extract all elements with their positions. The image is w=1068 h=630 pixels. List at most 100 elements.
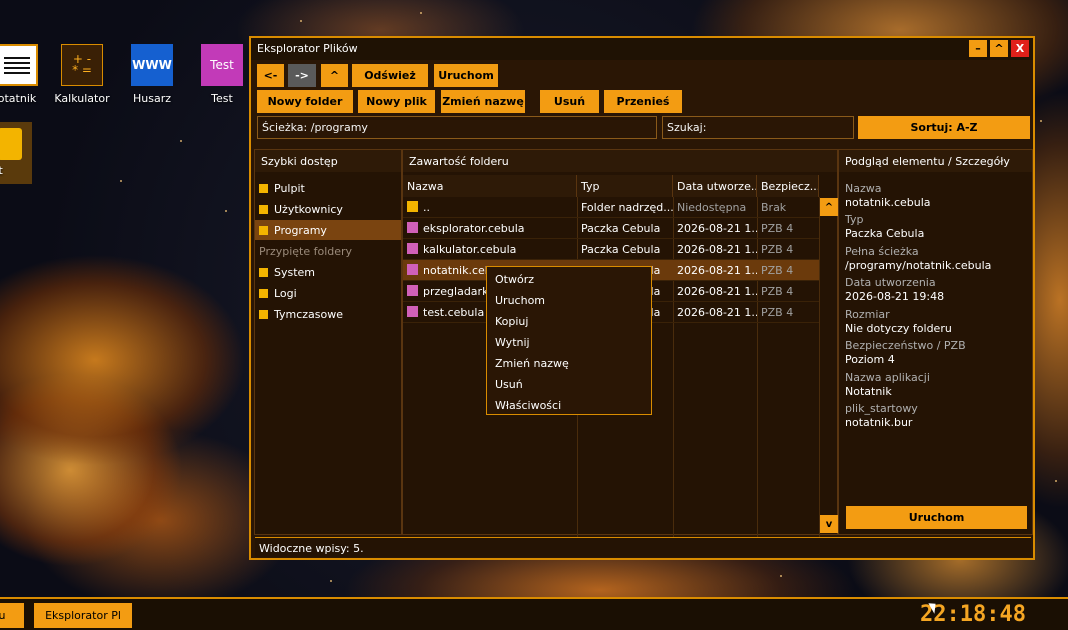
back-button[interactable]: <-: [257, 64, 284, 87]
folder-icon: [407, 201, 418, 212]
file-date-cell: 2026-08-21 1...: [677, 285, 757, 298]
context-menu-delete[interactable]: Usuń: [495, 378, 523, 391]
details-title: Podgląd elementu / Szczegóły: [839, 150, 1032, 172]
file-icon: [407, 243, 418, 254]
browser-icon: WWW: [131, 44, 173, 86]
taskbar-item-explorer[interactable]: Eksplorator Pl: [34, 603, 132, 628]
path-field[interactable]: Ścieżka: /programy: [257, 116, 657, 139]
context-menu: Otwórz Uruchom Kopiuj Wytnij Zmień nazwę…: [486, 266, 652, 415]
desktop-icon-label: Husarz: [132, 92, 171, 105]
detail-value: Nie dotyczy folderu: [845, 322, 952, 335]
delete-button[interactable]: Usuń: [540, 90, 599, 113]
quick-access-panel: Szybki dostęp Pulpit Użytkownicy Program…: [254, 149, 402, 535]
detail-label: Bezpieczeństwo / PZB: [845, 339, 966, 352]
folder-icon: [259, 267, 268, 277]
table-row[interactable]: .. Folder nadrzęd... Niedostępna Brak: [403, 197, 819, 218]
details-run-button[interactable]: Uruchom: [846, 506, 1027, 529]
detail-value: Poziom 4: [845, 353, 895, 366]
file-name-cell: ..: [403, 197, 577, 218]
up-button[interactable]: ^: [321, 64, 348, 87]
search-field[interactable]: Szukaj:: [662, 116, 854, 139]
file-date-cell: Niedostępna: [677, 201, 747, 214]
taskbar: u Eksplorator Pl 22:18:48: [0, 597, 1068, 630]
folder-icon: [0, 128, 22, 160]
window-title: Eksplorator Plików: [257, 42, 358, 55]
file-icon: [407, 285, 418, 296]
qa-item-tymczasowe[interactable]: Tymczasowe: [255, 304, 401, 324]
pinned-folders-label: Przypięte foldery: [259, 244, 353, 258]
move-button[interactable]: Przenieś: [604, 90, 682, 113]
file-security-cell: PZB 4: [761, 306, 794, 319]
details-panel: Podgląd elementu / Szczegóły Nazwa notat…: [838, 149, 1033, 535]
status-bar: Widoczne wpisy: 5.: [255, 537, 1031, 557]
qa-item-label: Użytkownicy: [274, 202, 343, 216]
folder-icon: [259, 183, 268, 193]
qa-item-uzytkownicy[interactable]: Użytkownicy: [255, 199, 401, 219]
qa-item-label: Programy: [274, 223, 327, 237]
folder-icon: [259, 204, 268, 214]
context-menu-run[interactable]: Uruchom: [495, 294, 545, 307]
desktop-icon-test[interactable]: Test Test: [187, 44, 257, 105]
detail-value: notatnik.bur: [845, 416, 913, 429]
qa-item-label: System: [274, 265, 316, 279]
forward-button[interactable]: ->: [288, 64, 316, 87]
file-name-cell: kalkulator.cebula: [403, 239, 577, 260]
column-header-security[interactable]: Bezpiecz...: [757, 175, 819, 197]
desktop-icon-label: est: [0, 164, 3, 177]
context-menu-properties[interactable]: Właściwości: [495, 399, 561, 412]
qa-item-label: Tymczasowe: [274, 307, 344, 321]
desktop-icon-label: otatnik: [0, 92, 37, 105]
maximize-button[interactable]: ^: [990, 40, 1008, 57]
qa-item-label: Pulpit: [274, 181, 305, 195]
table-row[interactable]: kalkulator.cebula Paczka Cebula 2026-08-…: [403, 239, 819, 260]
scroll-up-button[interactable]: ^: [820, 198, 838, 216]
folder-icon: [259, 225, 268, 235]
detail-label: plik_startowy: [845, 402, 918, 415]
detail-value: 2026-08-21 19:48: [845, 290, 945, 303]
quick-access-title: Szybki dostęp: [255, 150, 401, 172]
table-row[interactable]: eksplorator.cebula Paczka Cebula 2026-08…: [403, 218, 819, 239]
rename-button[interactable]: Zmień nazwę: [441, 90, 525, 113]
new-folder-button[interactable]: Nowy folder: [257, 90, 353, 113]
scroll-down-button[interactable]: v: [820, 515, 838, 533]
new-file-button[interactable]: Nowy plik: [358, 90, 435, 113]
file-name-cell: eksplorator.cebula: [403, 218, 577, 239]
desktop-icon-notepad[interactable]: otatnik: [0, 44, 52, 105]
context-menu-cut[interactable]: Wytnij: [495, 336, 530, 349]
qa-item-pulpit[interactable]: Pulpit: [255, 178, 401, 198]
desktop-icon-label: Test: [211, 92, 233, 105]
qa-item-logi[interactable]: Logi: [255, 283, 401, 303]
context-menu-open[interactable]: Otwórz: [495, 273, 534, 286]
column-header-date[interactable]: Data utworze...: [673, 175, 757, 197]
qa-item-label: Logi: [274, 286, 297, 300]
close-button[interactable]: X: [1011, 40, 1029, 57]
desktop-icon-calculator[interactable]: + - * = Kalkulator: [47, 44, 117, 105]
file-type-cell: Paczka Cebula: [581, 222, 661, 235]
start-button[interactable]: u: [0, 603, 24, 628]
column-header-name[interactable]: Nazwa: [403, 175, 577, 197]
context-menu-rename[interactable]: Zmień nazwę: [495, 357, 569, 370]
minimize-button[interactable]: –: [969, 40, 987, 57]
window-titlebar[interactable]: Eksplorator Plików – ^ X: [251, 38, 1033, 60]
qa-item-programy[interactable]: Programy: [255, 220, 401, 240]
file-security-cell: PZB 4: [761, 285, 794, 298]
desktop-icon-folder[interactable]: est: [0, 122, 32, 184]
refresh-button[interactable]: Odśwież: [352, 64, 428, 87]
desktop-icon-label: Kalkulator: [54, 92, 110, 105]
run-button[interactable]: Uruchom: [434, 64, 498, 87]
context-menu-copy[interactable]: Kopiuj: [495, 315, 528, 328]
folder-content-title: Zawartość folderu: [403, 150, 837, 172]
desktop-icon-browser[interactable]: WWW Husarz: [117, 44, 187, 105]
file-icon: [407, 222, 418, 233]
sort-button[interactable]: Sortuj: A-Z: [858, 116, 1030, 139]
file-date-cell: 2026-08-21 1...: [677, 243, 757, 256]
detail-label: Nazwa: [845, 182, 882, 195]
column-header-type[interactable]: Typ: [577, 175, 673, 197]
file-type-cell: Paczka Cebula: [581, 243, 661, 256]
detail-label: Data utworzenia: [845, 276, 936, 289]
qa-item-system[interactable]: System: [255, 262, 401, 282]
file-icon: [407, 306, 418, 317]
file-security-cell: PZB 4: [761, 243, 794, 256]
detail-value: /programy/notatnik.cebula: [845, 259, 992, 272]
detail-value: Notatnik: [845, 385, 892, 398]
